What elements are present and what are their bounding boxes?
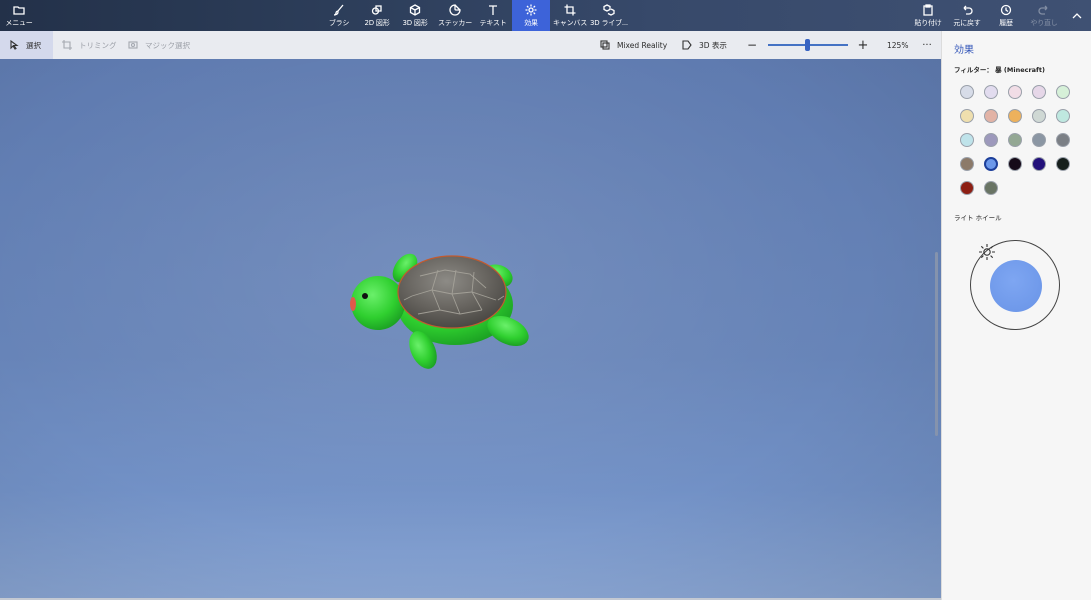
undo-button[interactable]: 元に戻す [950,0,984,31]
text-label: テキスト [479,18,507,27]
more-dots-icon: ··· [922,39,932,51]
view3d-toggle[interactable]: 3D 表示 [682,31,727,59]
filter-swatch[interactable] [1032,133,1046,147]
canvas-label: キャンバス [553,18,587,27]
filter-swatch[interactable] [960,109,974,123]
text-button[interactable]: テキスト [476,0,510,31]
magic-select-label: マジック選択 [145,40,190,50]
zoom-in-button[interactable]: + [856,31,870,59]
light-wheel-preview-sphere [990,260,1042,312]
history-button[interactable]: 履歴 [990,0,1022,31]
undo-icon [963,5,973,15]
more-options-button[interactable]: ··· [920,31,934,59]
mixed-reality-label: Mixed Reality [617,40,668,50]
history-clock-icon [1000,4,1012,15]
vertical-scrollbar[interactable] [935,252,938,436]
library-3d-icon [603,3,615,16]
filter-swatch[interactable] [1008,157,1022,171]
filter-swatch[interactable] [984,181,998,195]
zoom-out-button[interactable]: − [746,31,758,59]
redo-label: やり直し [1030,18,1058,27]
filter-swatch[interactable] [960,181,974,195]
shapes2d-label: 2D 図形 [364,18,390,27]
filter-label: フィルター： 暴 (Minecraft) [954,66,1045,74]
minus-icon: − [746,38,758,52]
select-tool[interactable]: 選択 [0,31,53,59]
cursor-arrow-icon [10,40,19,50]
filter-swatch[interactable] [1056,109,1070,123]
filter-swatch[interactable] [1056,133,1070,147]
redo-button[interactable]: やり直し [1028,0,1060,31]
menu-button[interactable]: メニュー [4,0,34,31]
zoom-percentage: 125% [887,31,908,59]
top-ribbon: メニュー ブラシ 2D 図形 3D 図形 ステッカー テキスト 効果 キャンバス… [0,0,1091,31]
filter-swatch[interactable] [984,85,998,99]
stickers-button[interactable]: ステッカー [436,0,474,31]
shapes2d-button[interactable]: 2D 図形 [360,0,394,31]
stickers-label: ステッカー [438,18,472,27]
history-label: 履歴 [999,18,1013,27]
zoom-slider-thumb[interactable] [805,39,810,51]
filter-swatch[interactable] [1008,133,1022,147]
crop-label: トリミング [79,40,117,50]
filter-swatch[interactable] [984,133,998,147]
filter-swatch[interactable] [984,109,998,123]
sun-icon [525,4,537,15]
plus-icon: + [857,37,869,53]
effects-label: 効果 [524,18,538,27]
filter-swatch[interactable] [1056,85,1070,99]
folder-icon [13,5,25,15]
shapes-2d-icon [371,4,382,15]
crop-icon [62,40,72,50]
filter-swatch[interactable] [960,85,974,99]
filter-swatch[interactable] [960,157,974,171]
paste-label: 貼り付け [914,18,942,27]
text-icon [489,4,497,15]
filter-swatch[interactable] [1032,109,1046,123]
panel-title: 効果 [954,45,974,56]
3d-canvas[interactable] [0,59,941,598]
magic-select-icon [128,41,138,49]
select-label: 選択 [26,40,41,50]
chevron-up-icon [1072,12,1082,18]
filter-swatch[interactable] [1008,109,1022,123]
menu-label: メニュー [5,18,33,27]
canvas-button[interactable]: キャンバス [552,0,588,31]
zoom-value: 125% [887,40,909,50]
mixed-reality-icon [600,40,610,50]
paste-button[interactable]: 貼り付け [910,0,946,31]
filter-swatch[interactable] [984,157,998,171]
effects-button[interactable]: 効果 [512,0,550,31]
library3d-button[interactable]: 3D ライブ... [590,0,628,31]
shapes3d-button[interactable]: 3D 図形 [398,0,432,31]
view-3d-icon [682,40,692,50]
canvas-crop-icon [564,4,576,15]
filter-swatch[interactable] [1032,85,1046,99]
filter-swatch[interactable] [1008,85,1022,99]
mixed-reality-button[interactable]: Mixed Reality [600,31,667,59]
filter-swatch[interactable] [1032,157,1046,171]
filter-swatch[interactable] [960,133,974,147]
sticker-icon [449,3,461,16]
crop-tool[interactable]: トリミング [62,31,117,59]
collapse-ribbon-button[interactable] [1066,0,1088,31]
redo-icon [1038,5,1048,15]
filter-swatch[interactable] [1056,157,1070,171]
cube-icon [409,3,421,16]
brush-button[interactable]: ブラシ [322,0,356,31]
clipboard-icon [923,3,933,16]
turtle-3d-model[interactable] [0,59,941,598]
undo-label: 元に戻す [953,18,981,27]
light-direction-sun-icon[interactable] [978,243,996,261]
magic-select-tool[interactable]: マジック選択 [128,31,190,59]
light-wheel-label: ライト ホイール [954,214,1002,222]
view3d-label: 3D 表示 [699,40,727,50]
shapes3d-label: 3D 図形 [402,18,428,27]
brush-icon [333,4,344,16]
library3d-label: 3D ライブ... [590,18,628,27]
brush-label: ブラシ [328,18,350,27]
